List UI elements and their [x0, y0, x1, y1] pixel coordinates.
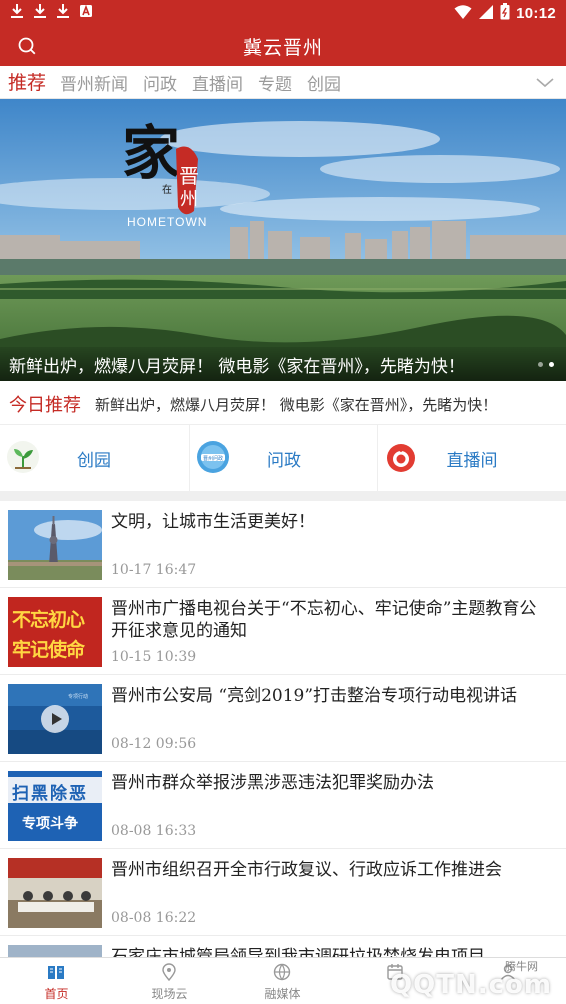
news-time: 10-15 10:39: [111, 649, 197, 665]
news-thumbnail: [8, 858, 102, 928]
news-list: 文明，让城市生活更美好！ 10-17 16:47 不忘初心 牢记使命 晋州市广播…: [0, 501, 566, 1004]
hometown-logo: 家 晋 州 在: [118, 111, 218, 231]
clock: 10:12: [516, 4, 556, 22]
nav-home[interactable]: 首页: [0, 958, 113, 1004]
location-pin-icon: [160, 963, 178, 982]
news-time: 08-08 16:22: [111, 910, 197, 926]
status-left-icons: [10, 3, 93, 19]
category-tabs: 推荐 晋州新闻 问政 直播间 专题 创园: [0, 66, 566, 99]
news-item[interactable]: 扫黑除恶 专项斗争 晋州市群众举报涉黑涉恶违法犯罪奖励办法 08-08 16:3…: [0, 762, 566, 849]
svg-text:家: 家: [122, 119, 180, 187]
news-title: 晋州市公安局 “亮剑2019”打击整治专项行动电视讲话: [111, 686, 518, 706]
watermark-text: QQTN.com: [390, 970, 552, 1000]
svg-text:专项行动: 专项行动: [68, 693, 88, 700]
cell-signal-icon: [478, 4, 494, 23]
thumb-text: 扫黑除恶: [12, 784, 88, 804]
tab-special[interactable]: 专题: [258, 70, 292, 95]
battery-icon: [500, 3, 510, 23]
svg-text:州: 州: [180, 189, 198, 210]
banner-caption: 新鲜出炉，燃爆八月荧屏！ 微电影《家在晋州》，先睹为快！: [0, 347, 566, 381]
nav-label: 融媒体: [264, 987, 301, 1001]
nav-label: 现场云: [151, 987, 188, 1001]
chevron-down-icon[interactable]: [534, 72, 556, 92]
tab-recommend[interactable]: 推荐: [8, 68, 46, 95]
tab-live[interactable]: 直播间: [192, 70, 243, 95]
book-icon: [47, 963, 65, 981]
quick-links: 创园 晋州问政 问政 直播间: [0, 425, 566, 491]
carousel-dot: [538, 362, 543, 367]
tab-wenzheng[interactable]: 问政: [143, 70, 177, 95]
news-thumbnail: 不忘初心 牢记使命: [8, 597, 102, 667]
app-header: 冀云晋州: [0, 24, 566, 66]
svg-text:晋: 晋: [179, 164, 199, 188]
svg-text:在: 在: [162, 184, 172, 196]
news-title: 晋州市群众举报涉黑涉恶违法犯罪奖励办法: [111, 773, 434, 793]
news-time: 10-17 16:47: [111, 562, 197, 578]
notification-a-icon: [79, 3, 93, 19]
news-title: 晋州市组织召开全市行政复议、行政应诉工作推进会: [111, 860, 502, 880]
news-thumbnail: 专项行动: [8, 684, 102, 754]
carousel-dot-active: [549, 362, 554, 367]
status-bar: 10:12: [0, 0, 566, 24]
banner-image: [0, 99, 566, 381]
news-item[interactable]: 晋州市组织召开全市行政复议、行政应诉工作推进会 08-08 16:22: [0, 849, 566, 936]
news-thumbnail: 扫黑除恶 专项斗争: [8, 771, 102, 841]
download-icon: [33, 3, 47, 19]
thumb-text: 牢记使命: [12, 639, 85, 661]
watermark: 腾牛网 QQTN.com: [390, 956, 560, 1002]
tab-chuangyuan[interactable]: 创园: [307, 70, 341, 95]
news-time: 08-08 16:33: [111, 823, 197, 839]
nav-rongmeiti[interactable]: 融媒体: [226, 958, 339, 1004]
tab-jinzhou-news[interactable]: 晋州新闻: [60, 70, 128, 95]
app-title: 冀云晋州: [242, 37, 323, 59]
globe-icon: [273, 963, 291, 981]
wifi-icon: [454, 4, 472, 23]
news-item[interactable]: 文明，让城市生活更美好！ 10-17 16:47: [0, 501, 566, 588]
quick-link-chuangyuan[interactable]: 创园: [0, 425, 188, 491]
today-recommend-bar[interactable]: 今日推荐 新鲜出炉，燃爆八月荧屏！ 微电影《家在晋州》，先睹为快！: [0, 381, 566, 425]
thumb-text: 专项斗争: [22, 816, 78, 832]
download-icon: [10, 3, 24, 19]
today-recommend-text: 新鲜出炉，燃爆八月荧屏！ 微电影《家在晋州》，先睹为快！: [95, 396, 498, 414]
news-item[interactable]: 不忘初心 牢记使命 晋州市广播电视台关于“不忘初心、牢记使命”主题教育公开征求意…: [0, 588, 566, 675]
nav-label: 首页: [44, 987, 69, 1001]
hometown-label: HOMETOWN: [127, 215, 208, 229]
section-divider: [0, 491, 566, 501]
banner-caption-text: 新鲜出炉，燃爆八月荧屏！ 微电影《家在晋州》，先睹为快！: [9, 357, 465, 377]
today-recommend-label: 今日推荐: [9, 395, 81, 416]
play-icon[interactable]: [41, 705, 69, 733]
quick-link-wenzheng[interactable]: 晋州问政 问政: [189, 425, 377, 491]
quick-link-label: 直播间: [446, 451, 498, 471]
thumb-text: 不忘初心: [12, 609, 85, 631]
download-icon: [56, 3, 70, 19]
news-item[interactable]: 专项行动 晋州市公安局 “亮剑2019”打击整治专项行动电视讲话 08-12 0…: [0, 675, 566, 762]
quick-link-label: 问政: [267, 451, 301, 471]
news-time: 08-12 09:56: [111, 736, 197, 752]
quick-link-live[interactable]: 直播间: [377, 425, 565, 491]
status-right-icons: 10:12: [454, 3, 556, 23]
banner-carousel[interactable]: 家 晋 州 在 HOMETOWN 新鲜出炉，燃爆八月荧屏！ 微电影《家在晋州》，…: [0, 99, 566, 381]
nav-xianchangyun[interactable]: 现场云: [113, 958, 226, 1004]
carousel-indicator: [538, 362, 554, 367]
news-title: 晋州市广播电视台关于“不忘初心、牢记使命”主题教育公开征求意见的通知: [111, 599, 537, 641]
quick-link-label: 创园: [77, 451, 111, 471]
news-title: 文明，让城市生活更美好！: [111, 512, 315, 532]
news-thumbnail: [8, 510, 102, 580]
